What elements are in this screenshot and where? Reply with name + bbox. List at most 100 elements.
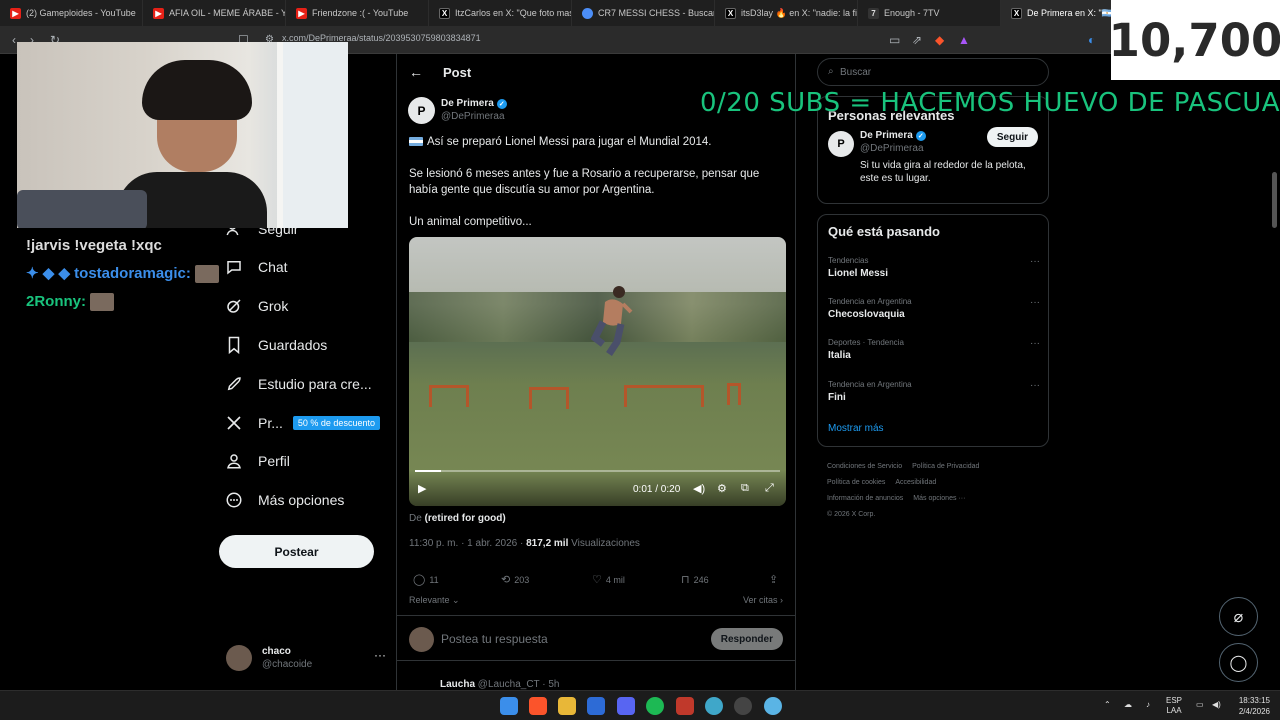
bookmark-action[interactable]: ⊓ 246 <box>681 573 709 586</box>
reply-sort-dropdown[interactable]: Relevante ⌄ <box>409 595 460 606</box>
more-dots-icon[interactable]: ··· <box>374 648 386 662</box>
nav-item-perfil[interactable]: Perfil <box>218 446 290 476</box>
trend-category: Deportes · Tendencia <box>828 338 904 347</box>
post-line-2: Se lesionó 6 meses antes y fue a Rosario… <box>409 168 760 196</box>
reply-input[interactable]: Postea tu respuesta <box>441 632 548 646</box>
browser-tab[interactable]: ▶ AFIA OIL - MEME ÁRABE - You <box>143 0 286 26</box>
system-clock[interactable]: 18:33:15 2/4/2026 <box>1228 695 1270 717</box>
onedrive-icon[interactable]: ☁ <box>1124 700 1132 710</box>
file-explorer-icon[interactable] <box>558 697 576 715</box>
extension-icon[interactable]: ◐ <box>1088 33 1095 47</box>
nav-item-grok[interactable]: Grok <box>218 291 288 321</box>
browser-tab[interactable]: XitsD3lay 🔥 en X: "nadie: la fila <box>715 0 858 26</box>
reply-button[interactable]: Responder <box>710 628 783 650</box>
trend-name: Fini <box>828 392 846 403</box>
footer-link[interactable]: Condiciones de Servicio <box>827 463 902 470</box>
show-more-link[interactable]: Mostrar más <box>828 423 884 434</box>
back-arrow-icon[interactable]: ← <box>409 64 423 80</box>
youtube-icon: ▶ <box>296 7 307 19</box>
footer-link[interactable]: Información de anuncios <box>827 495 903 502</box>
play-icon[interactable]: ▶ <box>418 482 426 495</box>
back-nav-icon[interactable]: ‹ <box>12 33 16 47</box>
profile-icon <box>224 451 244 471</box>
grok-fab[interactable]: ⌀ <box>1219 597 1258 636</box>
language-indicator[interactable]: ESP LAA <box>1166 696 1182 716</box>
browser-tab-title: AFIA OIL - MEME ÁRABE - You <box>169 8 286 18</box>
page-scrollbar[interactable] <box>1271 54 1278 694</box>
video-progress-fill <box>415 470 441 472</box>
share-action[interactable]: ⇪ <box>769 573 782 586</box>
discord-icon[interactable] <box>617 697 635 715</box>
video-player[interactable]: ▶ 0:01 / 0:20 ◀) ⚙ ⧉ ⤢ <box>409 237 786 506</box>
footer-link[interactable]: Política de cookies <box>827 479 885 486</box>
follow-button[interactable]: Seguir <box>986 127 1038 147</box>
trend-item[interactable]: Tendencia en Argentina Checoslovaquia ··… <box>828 297 1040 320</box>
rocket-icon <box>224 374 244 394</box>
browser-tab[interactable]: CR7 MESSI CHESS - Buscar con <box>572 0 715 26</box>
start-windows-icon[interactable] <box>500 697 518 715</box>
nav-item-estudio[interactable]: Estudio para cre... <box>218 369 372 399</box>
browser-tab[interactable]: ▶ (2) Gameploides - YouTube <box>0 0 143 26</box>
footer-link[interactable]: Política de Privacidad <box>912 463 979 470</box>
search-box[interactable]: ⌕ Buscar <box>817 58 1049 86</box>
brave-browser-icon[interactable] <box>529 697 547 715</box>
more-dots-icon[interactable]: ··· <box>1030 297 1040 308</box>
nav-item-mas-opciones[interactable]: Más opciones <box>218 485 344 515</box>
more-dots-icon[interactable]: ··· <box>1030 338 1040 349</box>
post-button[interactable]: Postear <box>219 535 374 568</box>
share-icon[interactable]: ⇗ <box>912 33 922 47</box>
more-dots-icon[interactable]: ··· <box>1030 256 1040 267</box>
trend-item[interactable]: Tendencias Lionel Messi ··· <box>828 256 1040 279</box>
reply-action[interactable]: ◯ 11 <box>413 573 439 586</box>
author-handle[interactable]: @DePrimeraa <box>441 111 505 122</box>
cast-icon[interactable]: ▭ <box>889 33 900 47</box>
nav-item-chat[interactable]: Chat <box>218 252 288 282</box>
brave-shields-icon[interactable]: ◆ <box>935 33 944 47</box>
scrollbar-thumb[interactable] <box>1272 172 1277 228</box>
relevant-avatar[interactable]: P <box>828 131 854 157</box>
next-reply-header[interactable]: Laucha @Laucha_CT · 5h <box>440 679 559 690</box>
brave-rewards-icon[interactable]: ▲ <box>958 33 970 47</box>
microphone-icon[interactable]: ♪ <box>1146 700 1150 710</box>
browser-tab[interactable]: ▶ Friendzone :( - YouTube <box>286 0 429 26</box>
bing-icon[interactable] <box>587 697 605 715</box>
volume-icon[interactable]: ◀) <box>693 482 705 495</box>
search-input[interactable]: Buscar <box>840 67 871 78</box>
footer-link[interactable]: Accesibilidad <box>895 479 936 486</box>
messages-fab[interactable]: ◯ <box>1219 643 1258 682</box>
video-progress-bar[interactable] <box>415 470 780 472</box>
chat-emote-icon <box>195 265 220 284</box>
browser-tab[interactable]: X ItzCarlos en X: "Que foto mas l <box>429 0 572 26</box>
more-dots-icon[interactable]: ··· <box>1030 380 1040 391</box>
trend-item[interactable]: Tendencia en Argentina Fini ··· <box>828 380 1040 403</box>
footer-link[interactable]: Más opciones ··· <box>913 495 965 502</box>
settings-gear-icon[interactable]: ⚙ <box>717 482 727 495</box>
nav-item-guardados[interactable]: Guardados <box>218 330 327 360</box>
network-icon[interactable]: ▭ <box>1196 700 1204 710</box>
post-timestamp[interactable]: 11:30 p. m. · 1 abr. 2026 · <box>409 538 523 549</box>
spotify-icon[interactable] <box>646 697 664 715</box>
browser-tab[interactable]: 7 Enough - 7TV <box>858 0 1001 26</box>
like-action[interactable]: ♡ 4 mil <box>592 573 625 586</box>
nav-item-premium[interactable]: Pr... 50 % de descuento <box>218 408 380 438</box>
tray-chevron-icon[interactable]: ⌃ <box>1104 700 1111 710</box>
globe-app-icon[interactable] <box>705 697 723 715</box>
picture-in-picture-icon[interactable]: ⧉ <box>741 482 749 495</box>
obs-icon[interactable] <box>734 697 752 715</box>
repost-action[interactable]: ⟲ 203 <box>501 573 529 586</box>
account-switcher[interactable]: chaco @chacoide ··· <box>226 644 386 674</box>
app-icon[interactable] <box>764 697 782 715</box>
hurdle <box>727 383 741 405</box>
author-name[interactable]: De Primera ✓ <box>441 98 507 109</box>
reply-author-meta: @Laucha_CT · 5h <box>477 679 560 690</box>
browser-tab-title: (2) Gameploides - YouTube <box>26 8 136 18</box>
fullscreen-icon[interactable]: ⤢ <box>765 482 774 495</box>
quotes-link[interactable]: Ver citas › <box>743 595 783 605</box>
volume-icon[interactable]: ◀) <box>1212 700 1221 710</box>
recording-app-icon[interactable] <box>676 697 694 715</box>
browser-tab-title: CR7 MESSI CHESS - Buscar con <box>598 8 715 18</box>
author-avatar[interactable]: P <box>408 97 435 124</box>
relevant-name[interactable]: De Primera ✓ <box>860 130 926 141</box>
video-attribution[interactable]: De (retired for good) <box>409 513 506 524</box>
trend-item[interactable]: Deportes · Tendencia Italia ··· <box>828 338 1040 361</box>
